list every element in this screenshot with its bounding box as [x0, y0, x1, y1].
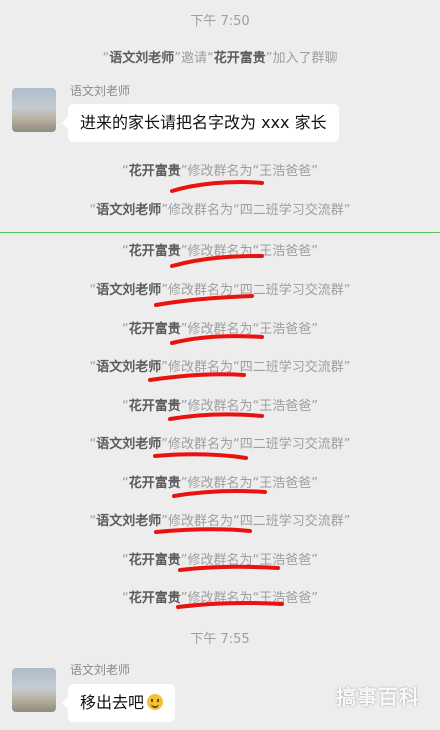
red-underline-mark [153, 452, 248, 460]
red-underline-mark [168, 412, 264, 421]
red-underline-mark [172, 489, 267, 498]
red-underline-mark [154, 527, 252, 534]
red-underline-mark [178, 564, 280, 572]
red-underline-mark [176, 601, 284, 609]
red-underline-mark [170, 254, 264, 268]
red-underline-mark [154, 294, 254, 307]
red-underline-mark [170, 180, 264, 193]
red-underline-mark [170, 334, 264, 345]
red-underline-mark [148, 372, 246, 382]
red-annotation-marks [148, 180, 284, 609]
